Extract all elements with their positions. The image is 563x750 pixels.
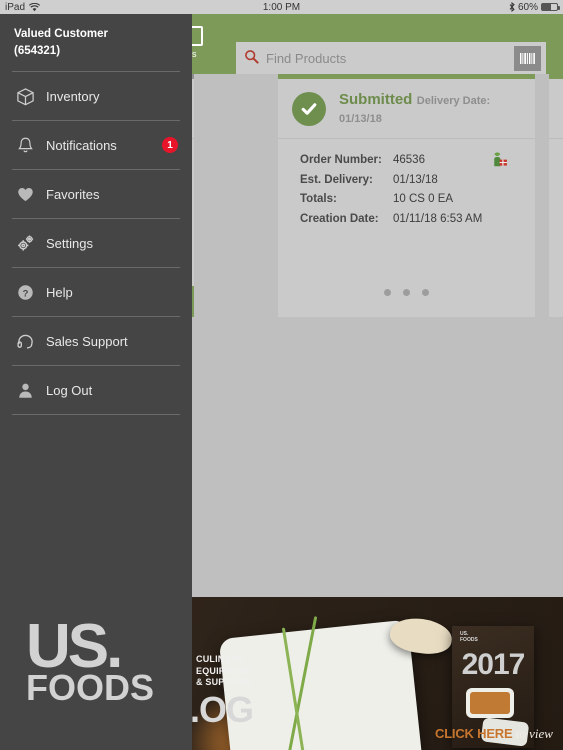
battery-percent: 60%: [517, 1, 538, 13]
card-pagination-dots[interactable]: [278, 283, 535, 301]
headset-icon: [8, 332, 42, 351]
magnifier-icon: [236, 49, 266, 69]
app-root: iPad 1:00 PM 60% es: [0, 0, 563, 750]
box-icon: [8, 87, 42, 106]
search-input[interactable]: [266, 51, 514, 66]
notification-badge: 1: [162, 137, 178, 153]
person-icon: [8, 381, 42, 400]
detail-value: 01/11/18 6:53 AM: [393, 212, 483, 225]
sidebar-item-notifications[interactable]: Notifications 1: [0, 121, 192, 169]
sidebar-item-log-out[interactable]: Log Out: [0, 366, 192, 414]
order-details: Order Number: 46536 Est. Delivery: 01/13…: [278, 139, 535, 229]
sidebar-item-label: Settings: [46, 235, 93, 251]
cta-primary-text: CLICK HERE: [435, 726, 513, 741]
detail-key: Order Number:: [300, 154, 382, 166]
sidebar-item-settings[interactable]: Settings: [0, 219, 192, 267]
cover-year: 2017: [461, 648, 526, 681]
account-id: (654321): [14, 45, 61, 57]
sidebar-item-label: Log Out: [46, 382, 93, 398]
pager-dot[interactable]: [383, 289, 391, 296]
detail-key: Creation Date:: [300, 212, 379, 225]
banner-tagline: CULINARY EQUIPMENT & SUPPLIES: [196, 654, 252, 687]
question-circle-icon: ?: [8, 283, 42, 302]
logo-line-2: FOODS: [26, 667, 155, 709]
status-bar-time: 1:00 PM: [262, 1, 301, 13]
detail-key: Est. Delivery:: [300, 173, 373, 186]
detail-key: Totals:: [300, 193, 337, 205]
barcode-scanner-button[interactable]: [514, 46, 541, 71]
banner-catalog-word: .OG: [190, 689, 254, 730]
bell-icon: [8, 136, 42, 155]
order-status: Submitted: [339, 90, 413, 108]
barcode-scanner-icon: [519, 53, 535, 64]
divider: [12, 414, 180, 415]
sidebar-item-sales-support[interactable]: Sales Support: [0, 317, 192, 365]
sidebar-item-label: Inventory: [46, 88, 100, 104]
us-foods-logo: US. FOODS: [26, 611, 155, 709]
navigation-drawer: Valued Customer (654321) Inventory Notif…: [0, 14, 192, 750]
gears-icon: [8, 233, 42, 254]
pager-dot[interactable]: [403, 289, 410, 296]
header-nav-label: es: [186, 49, 230, 59]
detail-value: 46536: [393, 154, 425, 166]
cover-dish-image: [466, 688, 514, 718]
sidebar-item-label: Favorites: [46, 186, 100, 202]
account-header: Valued Customer (654321): [0, 14, 192, 71]
sidebar-item-label: Notifications: [46, 137, 117, 153]
check-circle-icon: [292, 91, 326, 126]
header-nav-partial[interactable]: es: [186, 20, 230, 74]
delivery-person-icon: [494, 152, 507, 167]
detail-value: 01/13/18: [393, 173, 438, 186]
detail-value: 10 CS 0 EA: [393, 193, 454, 205]
order-card-header: [549, 79, 563, 139]
svg-text:?: ?: [22, 288, 28, 299]
detail-row: Totals: 10 CS 0 EA: [300, 190, 535, 210]
logo-line-1: US.: [26, 611, 123, 681]
detail-row: Est. Delivery: 01/13/18: [300, 171, 535, 191]
cta-secondary-text: to view: [512, 726, 553, 741]
bluetooth-icon: [509, 2, 515, 12]
sidebar-item-inventory[interactable]: Inventory: [0, 72, 192, 120]
status-bar-right: 60%: [509, 1, 560, 13]
detail-row: Creation Date: 01/11/18 6:53 AM: [300, 210, 535, 230]
order-card-header: Submitted Delivery Date: 01/13/18: [278, 79, 535, 139]
cover-logo: US. FOODS: [460, 631, 478, 643]
sidebar-item-label: Sales Support: [46, 333, 128, 349]
account-name: Valued Customer: [14, 28, 108, 40]
banner-cta[interactable]: CLICK HERE to view: [435, 725, 553, 743]
order-card[interactable]: Submitted Delivery Date: 01/13/18 Order …: [278, 74, 535, 317]
search-bar[interactable]: [236, 42, 546, 75]
status-bar: iPad 1:00 PM 60%: [0, 0, 563, 14]
sidebar-item-favorites[interactable]: Favorites: [0, 170, 192, 218]
sidebar-item-help[interactable]: ? Help: [0, 268, 192, 316]
sidebar-item-label: Help: [46, 284, 73, 300]
heart-icon: [8, 185, 42, 204]
pager-dot[interactable]: [422, 289, 430, 296]
battery-icon: [541, 3, 560, 11]
order-card-next[interactable]: [549, 74, 563, 317]
